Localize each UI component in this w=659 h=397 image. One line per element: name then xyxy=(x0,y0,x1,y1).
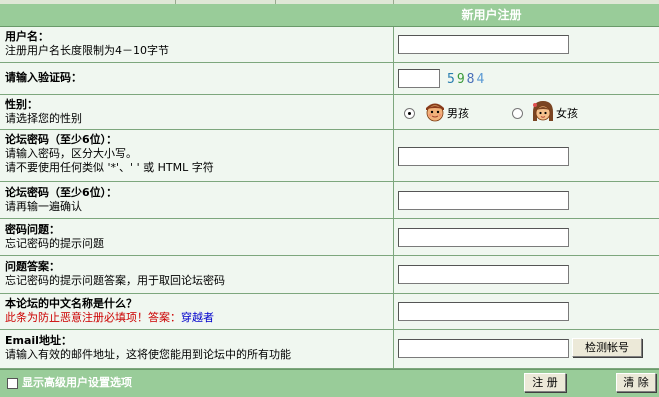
forum-name-input[interactable] xyxy=(398,302,569,321)
username-label: 用户名： xyxy=(5,30,49,43)
row-password: 论坛密码（至少6位）： 请输入密码，区分大小写。 请不要使用任何类似 '*'、'… xyxy=(0,130,659,182)
password-desc-2: 请不要使用任何类似 '*'、' ' 或 HTML 字符 xyxy=(5,161,214,174)
forum-name-label: 本论坛的中文名称是什么？ xyxy=(5,297,137,310)
forum-name-answer: 穿越者 xyxy=(181,311,214,324)
confirm-password-input[interactable] xyxy=(398,191,569,210)
row-captcha: 请输入验证码： xyxy=(0,63,659,95)
row-forum-name: 本论坛的中文名称是什么？ 此条为防止恶意注册必填项！答案：穿越者 xyxy=(0,294,659,330)
email-input[interactable] xyxy=(398,339,569,358)
gender-male-text: 男孩 xyxy=(447,107,469,120)
username-input[interactable] xyxy=(398,35,569,54)
gender-label: 性别： xyxy=(5,98,38,111)
row-username: 用户名： 注册用户名长度限制为4－10字节 xyxy=(0,27,659,63)
confirm-desc: 请再输一遍确认 xyxy=(5,200,82,213)
answer-input[interactable] xyxy=(398,265,569,284)
question-input[interactable] xyxy=(398,228,569,247)
boy-avatar-icon xyxy=(426,103,444,122)
captcha-digit: 9 xyxy=(456,72,467,87)
clear-button[interactable]: 清 除 xyxy=(616,373,656,392)
form-title: 新用户注册 xyxy=(461,8,522,22)
captcha-image: 5984 xyxy=(447,72,486,87)
password-label: 论坛密码（至少6位）： xyxy=(5,133,118,146)
captcha-digit: 5 xyxy=(447,72,457,87)
username-desc: 注册用户名长度限制为4－10字节 xyxy=(5,44,169,57)
question-desc: 忘记密码的提示问题 xyxy=(5,237,104,250)
gender-male-radio[interactable] xyxy=(404,108,415,119)
gender-desc: 请选择您的性别 xyxy=(5,112,82,125)
forum-name-note: 此条为防止恶意注册必填项！答案： xyxy=(5,311,181,324)
row-question: 密码问题： 忘记密码的提示问题 xyxy=(0,219,659,256)
form-footer: 显示高级用户设置选项 注 册 清 除 xyxy=(0,369,659,397)
email-desc: 请输入有效的邮件地址，这将使您能用到论坛中的所有功能 xyxy=(5,348,291,361)
row-email: Email地址： 请输入有效的邮件地址，这将使您能用到论坛中的所有功能 检测帐号 xyxy=(0,330,659,369)
girl-avatar-icon xyxy=(533,101,553,121)
captcha-input[interactable] xyxy=(398,69,440,88)
form-header: 新用户注册 xyxy=(0,4,659,27)
row-confirm-password: 论坛密码（至少6位）： 请再输一遍确认 xyxy=(0,182,659,219)
answer-desc: 忘记密码的提示问题答案，用于取回论坛密码 xyxy=(5,274,225,287)
check-account-button[interactable]: 检测帐号 xyxy=(572,338,642,357)
email-label: Email地址： xyxy=(5,334,72,347)
row-answer: 问题答案： 忘记密码的提示问题答案，用于取回论坛密码 xyxy=(0,256,659,294)
confirm-label: 论坛密码（至少6位）： xyxy=(5,186,118,199)
gender-female-text: 女孩 xyxy=(556,107,578,120)
password-input[interactable] xyxy=(398,147,569,166)
advanced-options-checkbox[interactable] xyxy=(7,378,18,389)
question-label: 密码问题： xyxy=(5,223,60,236)
advanced-options-label: 显示高级用户设置选项 xyxy=(22,376,132,389)
password-desc-1: 请输入密码，区分大小写。 xyxy=(5,147,137,160)
captcha-digit: 8 xyxy=(466,72,477,87)
gender-female-radio[interactable] xyxy=(512,108,523,119)
captcha-label: 请输入验证码： xyxy=(5,71,82,84)
row-gender: 性别： 请选择您的性别 男孩 女孩 xyxy=(0,95,659,130)
captcha-digit: 4 xyxy=(476,72,487,87)
answer-label: 问题答案： xyxy=(5,260,60,273)
register-form: 新用户注册 用户名： 注册用户名长度限制为4－10字节 请输入验证码： 5984… xyxy=(0,0,659,397)
submit-button[interactable]: 注 册 xyxy=(524,373,566,392)
